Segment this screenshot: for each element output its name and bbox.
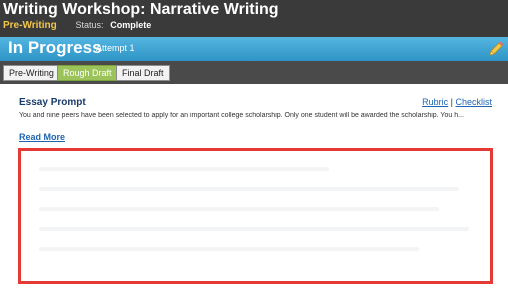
editor-text-line — [39, 247, 419, 251]
status-value: Complete — [110, 20, 152, 30]
edit-button[interactable] — [487, 40, 505, 58]
tab-pre-writing[interactable]: Pre-Writing — [3, 65, 60, 81]
attempt-label: Attempt 1 — [96, 43, 135, 53]
read-more-link[interactable]: Read More — [19, 132, 65, 142]
link-separator: | — [450, 97, 453, 107]
editor-text-line — [39, 167, 329, 171]
checklist-link[interactable]: Checklist — [455, 97, 492, 107]
content-area: Essay Prompt Rubric | Checklist You and … — [0, 84, 508, 299]
tab-final-draft[interactable]: Final Draft — [116, 65, 170, 81]
tab-bar: Pre-Writing Rough Draft Final Draft — [0, 61, 508, 84]
editor-text-line — [39, 227, 469, 231]
prompt-links: Rubric | Checklist — [422, 97, 492, 107]
editor-text-line — [39, 187, 459, 191]
rubric-link[interactable]: Rubric — [422, 97, 448, 107]
prompt-text: You and nine peers have been selected to… — [19, 112, 464, 119]
tab-rough-draft[interactable]: Rough Draft — [57, 65, 118, 81]
status-label: Status: — [75, 20, 104, 30]
essay-prompt-heading: Essay Prompt — [19, 97, 86, 108]
status-row: Pre-Writing Status: Complete — [3, 20, 151, 34]
draft-editor[interactable] — [18, 148, 493, 284]
progress-bar: In Progress Attempt 1 — [0, 37, 508, 61]
stage-label: Pre-Writing — [3, 20, 57, 31]
progress-title: In Progress — [8, 38, 102, 57]
pencil-icon — [489, 41, 504, 56]
editor-text-line — [39, 207, 439, 211]
header-bar: Writing Workshop: Narrative Writing Pre-… — [0, 0, 508, 37]
page-title: Writing Workshop: Narrative Writing — [3, 1, 279, 18]
